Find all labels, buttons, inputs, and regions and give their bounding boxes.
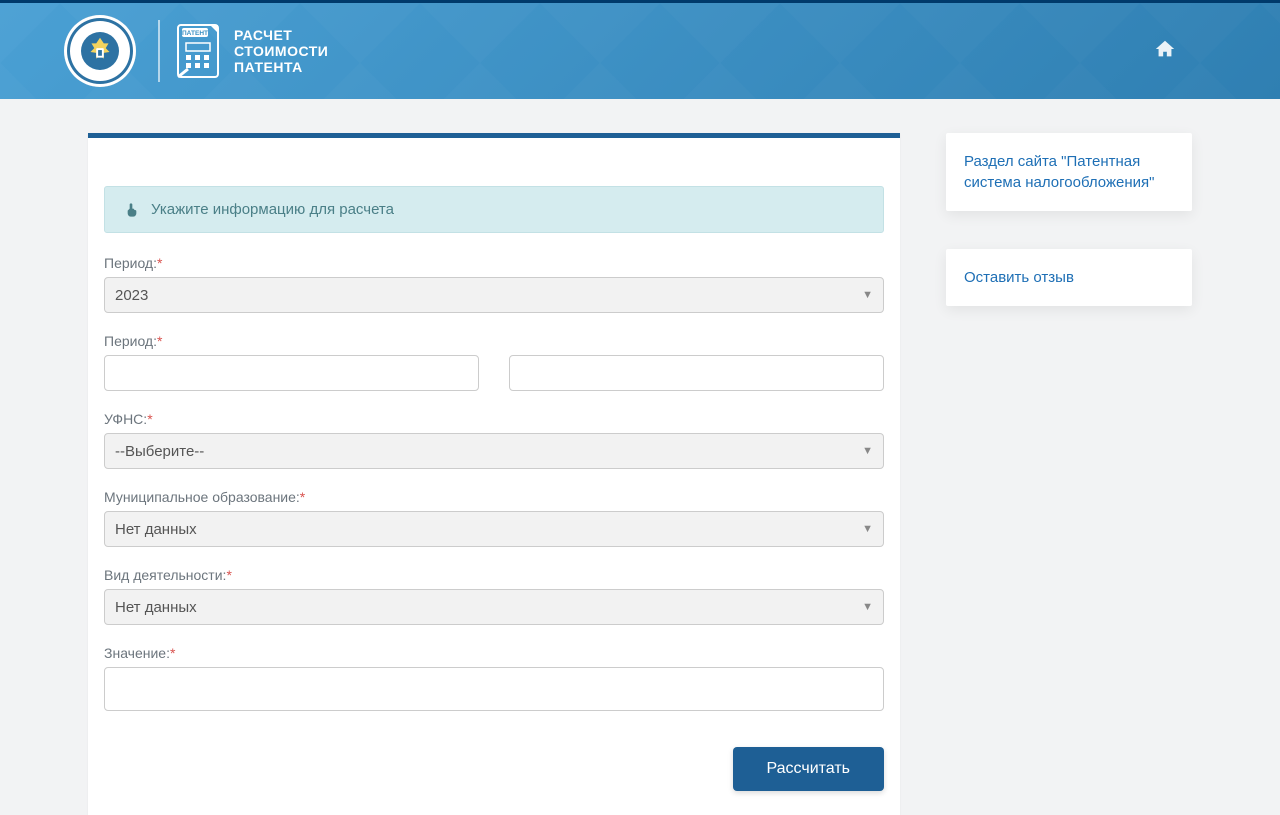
select-mo[interactable]: Нет данных ▼ <box>104 511 884 547</box>
header: ПАТЕНТ РАСЧЕТ СТОИМОСТИ ПАТЕНТА <box>0 3 1280 99</box>
patent-calc-icon: ПАТЕНТ <box>174 21 224 81</box>
caret-down-icon: ▼ <box>862 601 873 613</box>
link-feedback[interactable]: Оставить отзыв <box>964 269 1074 286</box>
input-value[interactable] <box>104 667 884 711</box>
label-value: Значение:* <box>104 645 884 661</box>
caret-down-icon: ▼ <box>862 289 873 301</box>
label-period-range: Период:* <box>104 333 884 349</box>
info-banner: Укажите информацию для расчета <box>104 186 884 233</box>
select-activity[interactable]: Нет данных ▼ <box>104 589 884 625</box>
patent-badge-text: ПАТЕНТ <box>182 30 208 37</box>
home-icon[interactable] <box>1154 38 1176 65</box>
group-activity: Вид деятельности:* Нет данных ▼ <box>104 567 884 625</box>
group-period-year: Период:* 2023 ▼ <box>104 255 884 313</box>
side-card-link1: Раздел сайта "Патентная система налогооб… <box>946 133 1192 211</box>
main-card: Укажите информацию для расчета Период:* … <box>88 133 900 815</box>
select-period-year[interactable]: 2023 ▼ <box>104 277 884 313</box>
info-banner-text: Укажите информацию для расчета <box>151 201 394 218</box>
group-mo: Муниципальное образование:* Нет данных ▼ <box>104 489 884 547</box>
input-period-to[interactable] <box>509 355 884 391</box>
app-logo: ПАТЕНТ РАСЧЕТ СТОИМОСТИ ПАТЕНТА <box>174 21 328 81</box>
label-activity: Вид деятельности:* <box>104 567 884 583</box>
hand-point-icon <box>125 202 141 218</box>
label-mo: Муниципальное образование:* <box>104 489 884 505</box>
sidebar: Раздел сайта "Патентная система налогооб… <box>946 133 1192 815</box>
calculate-button[interactable]: Рассчитать <box>733 747 885 791</box>
select-ufns[interactable]: --Выберите-- ▼ <box>104 433 884 469</box>
divider <box>158 20 160 82</box>
caret-down-icon: ▼ <box>862 445 873 457</box>
label-period-year: Период:* <box>104 255 884 271</box>
fns-emblem <box>64 15 136 87</box>
side-card-link2: Оставить отзыв <box>946 249 1192 306</box>
group-ufns: УФНС:* --Выберите-- ▼ <box>104 411 884 469</box>
link-patent-section[interactable]: Раздел сайта "Патентная система налогооб… <box>964 153 1154 191</box>
input-period-from[interactable] <box>104 355 479 391</box>
eagle-icon <box>81 32 119 70</box>
caret-down-icon: ▼ <box>862 523 873 535</box>
group-value: Значение:* <box>104 645 884 711</box>
app-title: РАСЧЕТ СТОИМОСТИ ПАТЕНТА <box>234 27 328 75</box>
group-period-range: Период:* <box>104 333 884 391</box>
label-ufns: УФНС:* <box>104 411 884 427</box>
